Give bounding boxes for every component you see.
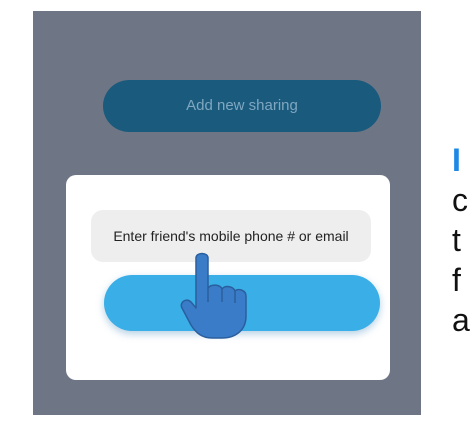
instruction-line: a xyxy=(452,302,470,338)
instruction-line: t xyxy=(452,222,461,258)
instruction-line: I xyxy=(452,142,461,178)
pointing-hand-icon xyxy=(180,252,247,339)
tutorial-screenshot: Add new sharing I c t f a xyxy=(0,0,473,424)
add-new-sharing-button[interactable]: Add new sharing xyxy=(103,80,381,132)
app-screen: Add new sharing xyxy=(33,11,421,415)
cropped-instruction-text: I c t f a xyxy=(452,140,473,340)
instruction-line: c xyxy=(452,182,468,218)
instruction-line: f xyxy=(452,262,461,298)
